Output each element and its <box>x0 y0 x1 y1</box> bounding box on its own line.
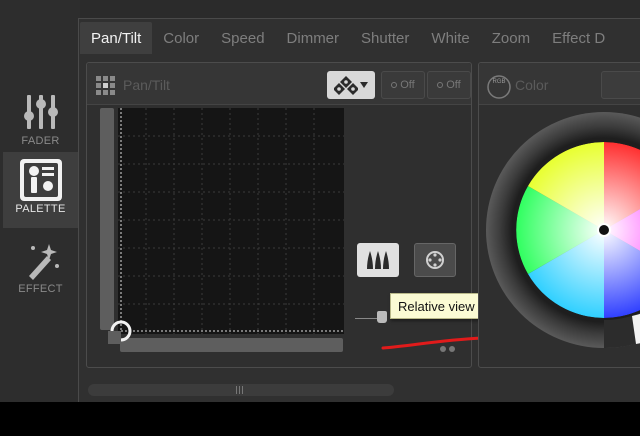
tab-speed[interactable]: Speed <box>210 22 275 54</box>
tooltip-relative-view: Relative view <box>390 293 483 319</box>
tab-pan-tilt[interactable]: Pan/Tilt <box>80 22 153 54</box>
rgb-icon-label: RGB <box>492 79 506 85</box>
red-annotation-stroke <box>380 334 484 359</box>
color-mode-dropdown[interactable] <box>601 71 640 99</box>
relative-view-icon <box>367 251 389 269</box>
sidebar: FADER PALETTE EFFECT <box>0 0 80 402</box>
sidebar-item-effect-label: EFFECT <box>18 283 63 295</box>
xy-pad-grid <box>118 108 344 334</box>
tilt-vertical-slider[interactable] <box>100 108 114 330</box>
sidebar-item-effect[interactable]: EFFECT <box>3 232 78 308</box>
sidebar-item-fader-label: FADER <box>21 135 60 147</box>
fader-icon <box>19 90 63 134</box>
color-panel-title: Color <box>515 77 549 93</box>
page-indicator <box>440 346 455 352</box>
xy-pad-cursor-handle[interactable] <box>108 318 134 344</box>
off-toggle-2-label: Off <box>446 79 461 91</box>
chevron-down-icon <box>360 82 368 88</box>
color-panel-header: RGB Color <box>479 63 640 105</box>
horizontal-scrollbar[interactable] <box>88 384 394 396</box>
tab-white[interactable]: White <box>420 22 480 54</box>
off-toggle-1[interactable]: Off <box>381 71 425 99</box>
tab-dimmer[interactable]: Dimmer <box>276 22 351 54</box>
fixture-mode-dropdown[interactable] <box>327 71 375 99</box>
off-toggle-2[interactable]: Off <box>427 71 471 99</box>
sidebar-item-palette-label: PALETTE <box>15 203 66 215</box>
pan-horizontal-slider[interactable] <box>120 338 343 352</box>
pan-tilt-panel-title: Pan/Tilt <box>123 77 170 93</box>
radio-dot-icon <box>391 82 398 88</box>
radio-dot-icon <box>437 82 444 88</box>
tab-bar: Pan/Tilt Color Speed Dimmer Shutter Whit… <box>80 22 640 54</box>
tab-effect-d[interactable]: Effect D <box>541 22 616 54</box>
color-picker-handle[interactable] <box>597 223 611 237</box>
speed-mini-slider-thumb[interactable] <box>377 311 387 323</box>
page-dot <box>449 346 455 352</box>
fixture-group-icon <box>334 76 358 95</box>
scrollbar-grip-icon <box>236 386 246 394</box>
effect-wand-icon <box>19 238 63 282</box>
relative-view-button[interactable] <box>357 243 399 277</box>
sidebar-item-palette[interactable]: PALETTE <box>3 152 78 228</box>
pan-tilt-grid-icon <box>95 75 117 102</box>
app-window: FADER PALETTE EFFECT Pan/Tilt Color Spee… <box>0 0 640 402</box>
bottom-black-bar <box>0 402 640 436</box>
crosshair-icon <box>426 251 444 269</box>
tab-zoom[interactable]: Zoom <box>481 22 541 54</box>
absolute-view-button[interactable] <box>414 243 456 277</box>
tab-shutter[interactable]: Shutter <box>350 22 420 54</box>
sidebar-item-fader[interactable]: FADER <box>3 84 78 160</box>
color-wheel-container <box>486 112 640 349</box>
palette-icon <box>19 158 63 202</box>
off-toggle-1-label: Off <box>400 79 415 91</box>
page-dot <box>440 346 446 352</box>
tab-color[interactable]: Color <box>152 22 210 54</box>
pan-tilt-panel-header: Pan/Tilt Off Off <box>87 63 471 105</box>
pan-tilt-xy-pad[interactable] <box>118 108 344 334</box>
